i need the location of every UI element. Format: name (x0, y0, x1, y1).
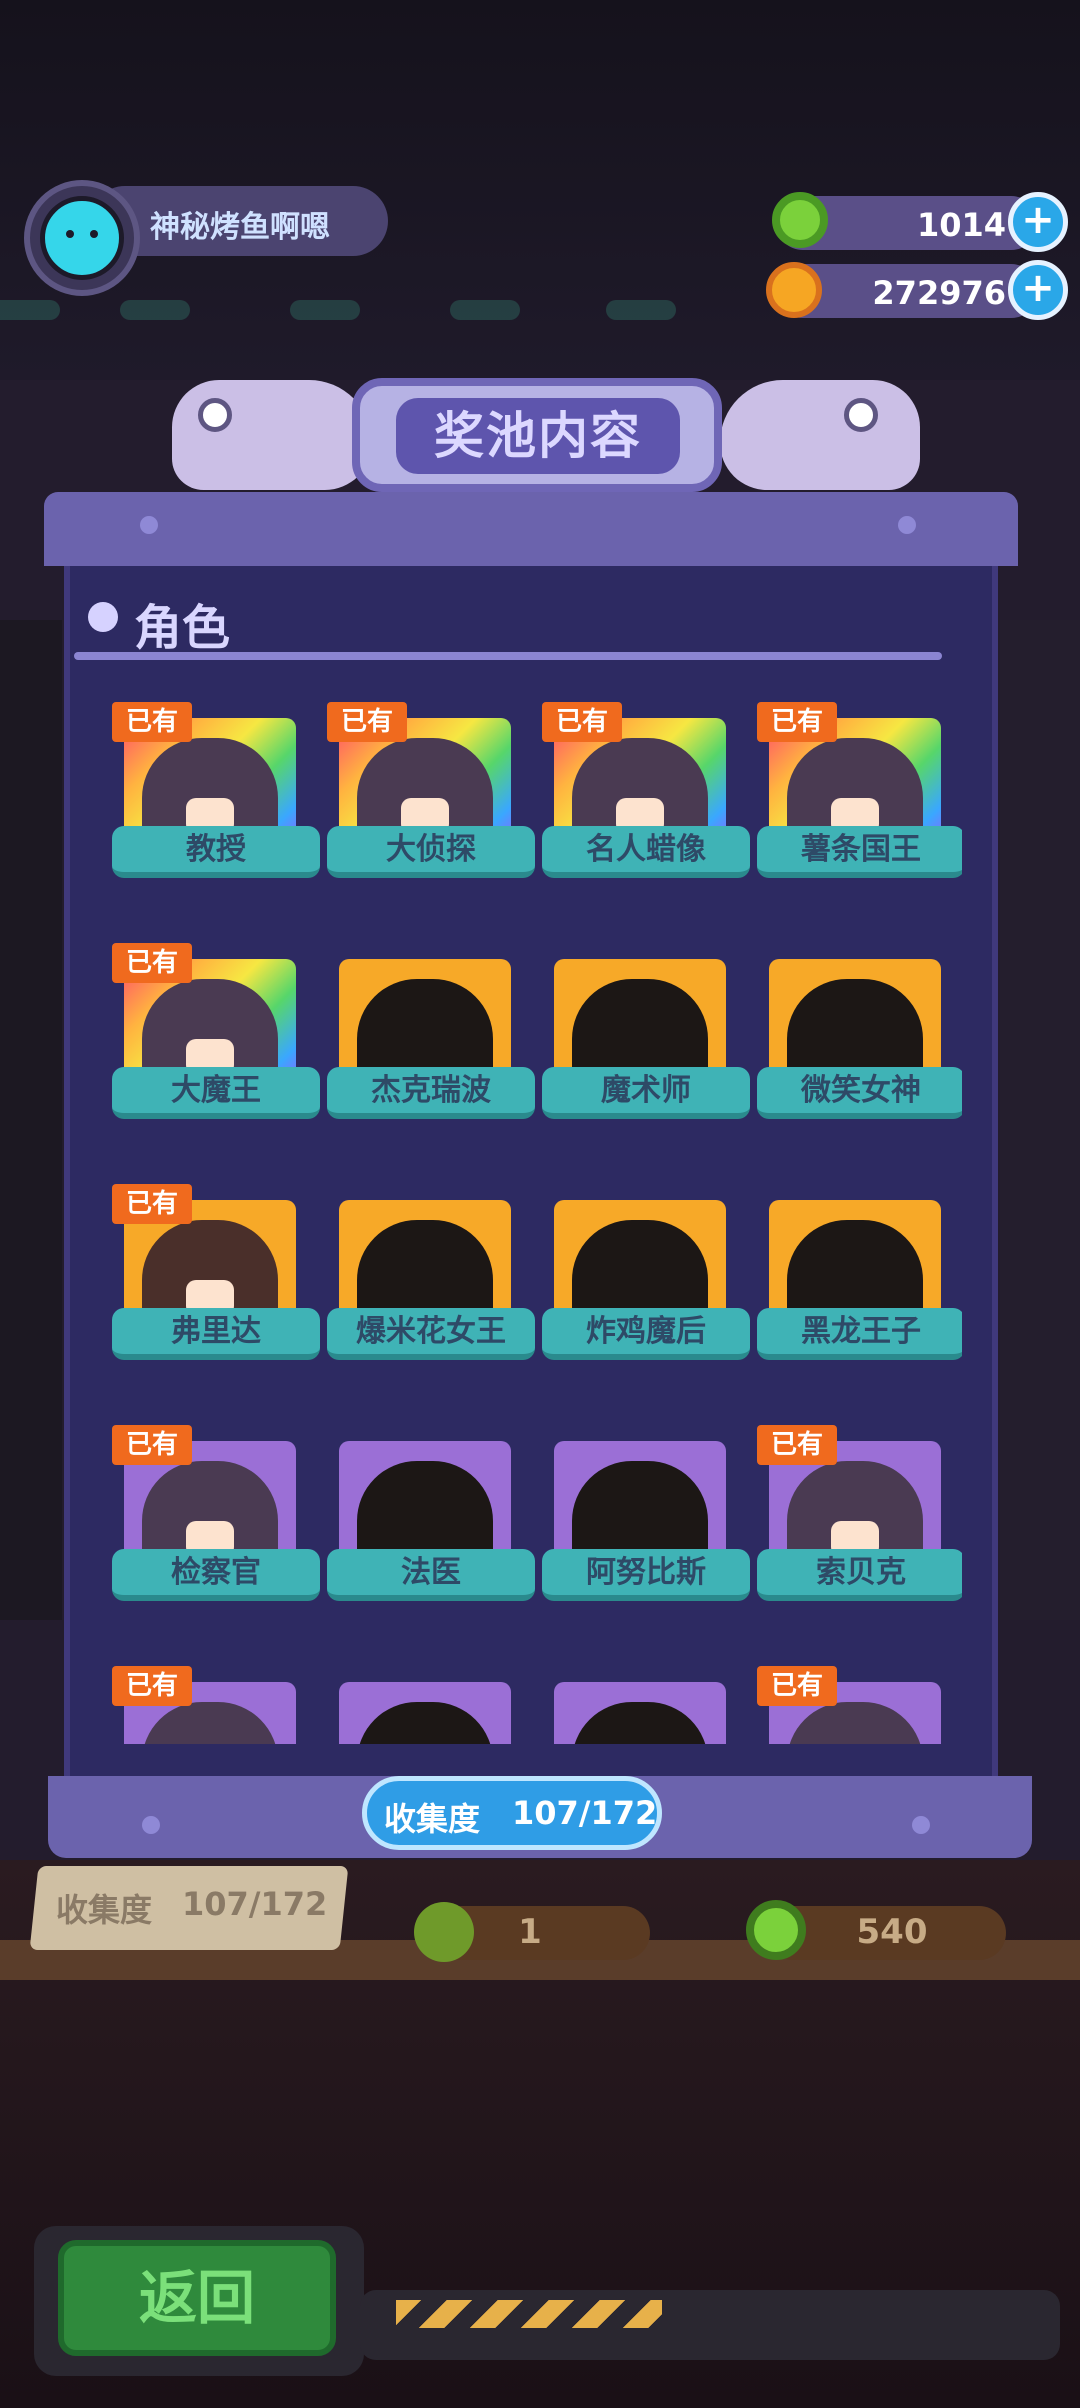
character-name: 爆米花女王 (327, 1308, 535, 1360)
character-silhouette (572, 1702, 708, 1744)
character-card[interactable]: 检察官 已有 (112, 1425, 320, 1625)
panel-rivet (912, 1816, 930, 1834)
character-card[interactable]: 阿努比斯 (542, 1425, 750, 1625)
cat-face-icon (66, 230, 98, 238)
character-card[interactable]: 薯条国王 已有 (757, 702, 962, 902)
character-name: 大侦探 (327, 826, 535, 878)
character-card[interactable] (327, 1666, 535, 1744)
fish-decoration-right (720, 380, 920, 490)
character-name: 法医 (327, 1549, 535, 1601)
owned-badge: 已有 (327, 702, 407, 742)
character-card[interactable] (542, 1666, 750, 1744)
character-name: 薯条国王 (757, 826, 962, 878)
character-card[interactable]: 爆米花女王 (327, 1184, 535, 1384)
currency-donut-value: 1014 (916, 206, 1006, 244)
panel-header-bar (44, 492, 1018, 566)
background-machine-left (0, 620, 62, 1620)
owned-badge: 已有 (112, 702, 192, 742)
character-card[interactable]: 魔术师 (542, 943, 750, 1143)
background-collection-value: 107/172 (182, 1885, 328, 1923)
character-card[interactable]: 微笑女神 (757, 943, 962, 1143)
background-machine-right (1000, 620, 1080, 1620)
section-bullet (88, 602, 118, 632)
character-card[interactable]: 大侦探 已有 (327, 702, 535, 902)
owned-badge: 已有 (112, 1425, 192, 1465)
character-card[interactable]: 大魔王 已有 (112, 943, 320, 1143)
character-name: 大魔王 (112, 1067, 320, 1119)
character-name: 检察官 (112, 1549, 320, 1601)
owned-badge: 已有 (757, 1666, 837, 1706)
hazard-stripe (396, 2300, 662, 2328)
section-title: 角色 (134, 600, 231, 656)
background-stripe (0, 300, 60, 320)
fish-eye (198, 398, 232, 432)
collection-label: 收集度 (384, 1800, 481, 1838)
price-value-1: 1 (518, 1912, 542, 1952)
character-card[interactable]: 炸鸡魔后 (542, 1184, 750, 1384)
character-name: 魔术师 (542, 1067, 750, 1119)
owned-badge: 已有 (757, 702, 837, 742)
price-value-2: 540 (856, 1912, 928, 1952)
character-portrait (142, 1702, 278, 1744)
collection-value: 107/172 (512, 1794, 658, 1832)
page-title: 奖池内容 (434, 407, 642, 465)
character-name: 弗里达 (112, 1308, 320, 1360)
background-stripe (606, 300, 676, 320)
character-card[interactable]: 已有 (112, 1666, 320, 1744)
character-card[interactable]: 教授 已有 (112, 702, 320, 902)
character-name: 名人蜡像 (542, 826, 750, 878)
character-silhouette (357, 1702, 493, 1744)
character-portrait-frame (339, 1682, 511, 1744)
panel-rivet (140, 516, 158, 534)
character-card[interactable]: 杰克瑞波 (327, 943, 535, 1143)
back-button-label: 返回 (138, 2264, 255, 2332)
currency-planet-value: 272976 (872, 274, 1006, 312)
background-stripe (450, 300, 520, 320)
character-name: 教授 (112, 826, 320, 878)
panel-rivet (142, 1816, 160, 1834)
background-stripe (120, 300, 190, 320)
fish-eye (844, 398, 878, 432)
owned-badge: 已有 (112, 1666, 192, 1706)
owned-badge: 已有 (112, 943, 192, 983)
character-name: 阿努比斯 (542, 1549, 750, 1601)
character-name: 炸鸡魔后 (542, 1308, 750, 1360)
character-grid[interactable]: 教授 已有 大侦探 已有 名人蜡像 已有 薯条国王 已有 大魔王 已有 杰克瑞波 魔术师 微笑女神 弗里达… (112, 702, 962, 1744)
character-card[interactable]: 索贝克 已有 (757, 1425, 962, 1625)
character-card[interactable]: 黑龙王子 (757, 1184, 962, 1384)
panel-rivet (898, 516, 916, 534)
owned-badge: 已有 (112, 1184, 192, 1224)
character-card[interactable]: 法医 (327, 1425, 535, 1625)
character-name: 索贝克 (757, 1549, 962, 1601)
character-card[interactable]: 弗里达 已有 (112, 1184, 320, 1384)
character-card[interactable]: 已有 (757, 1666, 962, 1744)
owned-badge: 已有 (542, 702, 622, 742)
donut-coin-icon (746, 1900, 806, 1960)
character-card[interactable]: 名人蜡像 已有 (542, 702, 750, 902)
planet-coin-icon (766, 262, 822, 318)
section-divider (74, 652, 942, 660)
fish-decoration-left (172, 380, 372, 490)
add-planet-button[interactable]: + (1008, 260, 1068, 320)
character-portrait (787, 1702, 923, 1744)
owned-badge: 已有 (757, 1425, 837, 1465)
character-name: 微笑女神 (757, 1067, 962, 1119)
character-name: 杰克瑞波 (327, 1067, 535, 1119)
character-portrait-frame (554, 1682, 726, 1744)
add-donut-button[interactable]: + (1008, 192, 1068, 252)
user-name: 神秘烤鱼啊嗯 (150, 210, 330, 245)
donut-coin-icon (772, 192, 828, 248)
pickle-token-icon (414, 1902, 474, 1962)
background-stripe (290, 300, 360, 320)
background-collection-label: 收集度 (56, 1891, 153, 1929)
character-name: 黑龙王子 (757, 1308, 962, 1360)
